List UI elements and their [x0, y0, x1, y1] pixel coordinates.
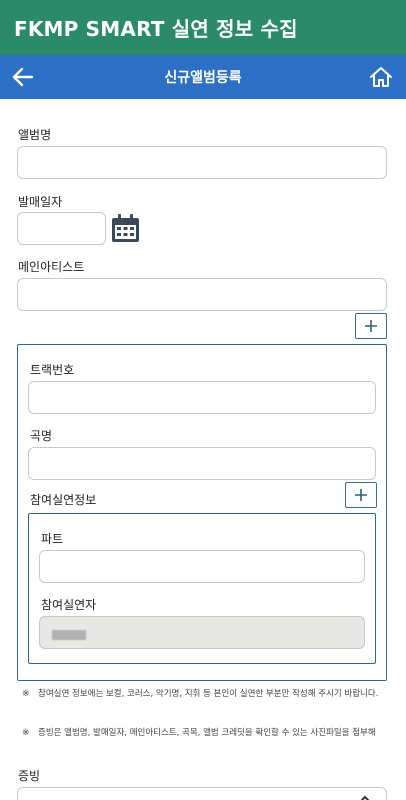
release-date-label: 발매일자: [18, 195, 63, 209]
note-mark: ※: [22, 728, 30, 738]
app-title: FKMP SMART 실연 정보 수집: [14, 17, 298, 41]
album-name-label: 앨범명: [18, 128, 52, 142]
home-icon[interactable]: [368, 64, 394, 90]
add-performer-button[interactable]: [345, 482, 377, 508]
main-artist-label: 메인아티스트: [18, 260, 85, 274]
note-text: 참여실연 정보에는 보컬, 코러스, 악기명, 지휘 등 본인이 실연한 부분만…: [38, 689, 379, 699]
note-text: 증빙은 앨범명, 발매일자, 메인아티스트, 곡목, 앨범 크레딧을 확인할 수…: [38, 728, 376, 738]
part-label: 파트: [41, 532, 64, 546]
performer-field[interactable]: [39, 616, 365, 649]
album-name-input[interactable]: [18, 147, 386, 178]
page-title: 신규앨범등록: [164, 70, 242, 86]
proof-select[interactable]: [17, 787, 387, 800]
app-header: FKMP SMART 실연 정보 수집: [0, 0, 406, 55]
arrow-left-icon[interactable]: [10, 65, 36, 89]
release-date-input[interactable]: [18, 213, 105, 244]
song-title-input[interactable]: [29, 448, 375, 479]
performer-label: 참여실연자: [41, 598, 97, 612]
add-artist-button[interactable]: [355, 313, 387, 339]
song-title-label: 곡명: [30, 429, 53, 443]
chevron-up-icon: [360, 795, 370, 800]
part-field[interactable]: [39, 550, 365, 583]
performer-info-label: 참여실연정보: [30, 493, 97, 507]
part-input[interactable]: [40, 551, 364, 582]
track-number-input[interactable]: [29, 382, 375, 413]
main-artist-input[interactable]: [18, 279, 386, 310]
nav-bar: 신규앨범등록: [0, 55, 406, 99]
song-title-field[interactable]: [28, 447, 376, 480]
proof-label: 증빙: [18, 769, 41, 783]
album-name-field[interactable]: [17, 146, 387, 179]
note-proof: ※ 증빙은 앨범명, 발매일자, 메인아티스트, 곡목, 앨범 크레딧을 확인할…: [22, 727, 392, 739]
note-mark: ※: [22, 689, 30, 699]
redacted-value: [52, 630, 86, 640]
track-number-field[interactable]: [28, 381, 376, 414]
plus-icon: [355, 489, 367, 501]
note-performer: ※ 참여실연 정보에는 보컬, 코러스, 악기명, 지휘 등 본인이 실연한 부…: [22, 688, 392, 700]
release-date-field[interactable]: [17, 212, 106, 245]
track-number-label: 트랙번호: [30, 363, 75, 377]
plus-icon: [365, 320, 377, 332]
calendar-icon[interactable]: [110, 213, 141, 244]
main-artist-field[interactable]: [17, 278, 387, 311]
